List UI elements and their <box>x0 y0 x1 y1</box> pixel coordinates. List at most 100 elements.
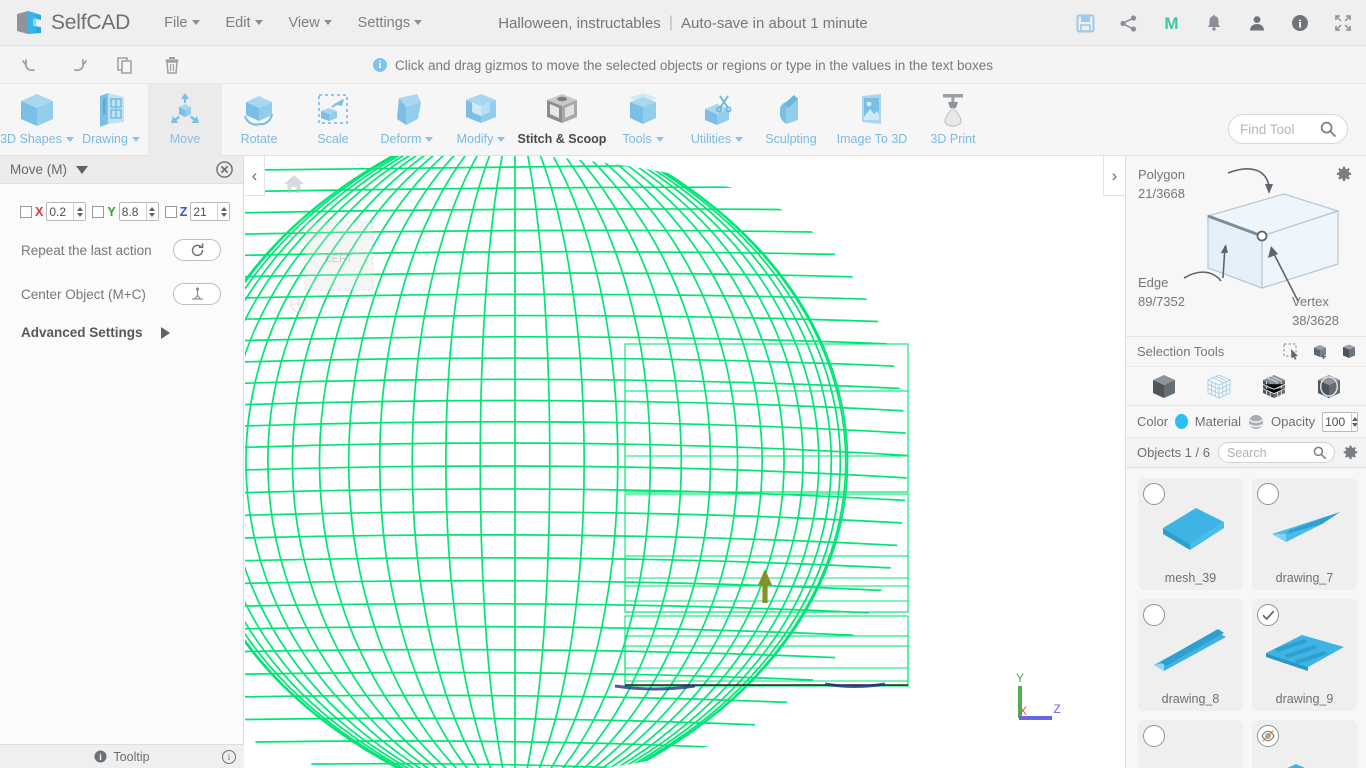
axis-y-numbox[interactable] <box>118 202 159 221</box>
autosave-status: Auto-save in about 1 minute <box>680 14 868 32</box>
partial-select-icon[interactable] <box>1312 343 1329 360</box>
object-select-toggle[interactable] <box>1143 604 1165 626</box>
notifications-bell-icon[interactable] <box>1203 12 1225 34</box>
object-name: drawing_7 <box>1275 571 1334 585</box>
axis-z-label: Z <box>1053 702 1060 716</box>
repeat-last-action-button[interactable] <box>173 239 221 261</box>
ribbon-tool-3d-shapes[interactable]: 3D Shapes <box>0 84 74 156</box>
document-name[interactable]: Halloween, instructables <box>498 15 661 32</box>
opacity-numbox[interactable] <box>1322 411 1358 432</box>
search-icon[interactable] <box>1313 446 1326 459</box>
object-card-5[interactable] <box>1138 720 1243 768</box>
share-icon[interactable] <box>1117 12 1139 34</box>
polygon-value: 21/3668 <box>1138 185 1185 201</box>
axis-z-numbox[interactable] <box>190 202 231 221</box>
user-account-icon[interactable] <box>1246 12 1268 34</box>
ribbon-tool-modify[interactable]: Modify <box>444 84 518 156</box>
axis-gizmo[interactable]: Y Z X <box>1007 668 1067 728</box>
ribbon-tool-drawing[interactable]: Drawing <box>74 84 148 156</box>
ribbon-tool-deform[interactable]: Deform <box>370 84 444 156</box>
chevron-down-icon[interactable] <box>76 165 88 174</box>
menu-file[interactable]: File <box>164 15 200 31</box>
axis-y-input[interactable] <box>119 204 146 219</box>
ribbon-tool-stitch-scoop[interactable]: Stitch & Scoop <box>518 84 606 156</box>
chevron-down-icon <box>425 137 434 143</box>
history-bar: i Click and drag gizmos to move the sele… <box>0 46 1366 84</box>
advanced-settings-toggle[interactable]: Advanced Settings <box>0 309 243 340</box>
rectangle-select-icon[interactable] <box>1283 343 1300 360</box>
axis-z-input[interactable] <box>191 204 218 219</box>
ribbon-tool-sculpting[interactable]: Sculpting <box>754 84 828 156</box>
copy-icon[interactable] <box>114 54 136 76</box>
object-mode-icon[interactable] <box>1147 369 1181 403</box>
myminifactory-icon[interactable]: M <box>1160 12 1182 34</box>
edge-mode-icon[interactable] <box>1312 369 1346 403</box>
menu-view[interactable]: View <box>289 15 332 31</box>
opacity-input[interactable] <box>1323 414 1352 429</box>
object-card-drawing-9[interactable]: drawing_9 <box>1252 599 1357 711</box>
close-panel-button[interactable] <box>216 161 233 178</box>
center-object-button[interactable] <box>173 283 221 305</box>
axis-x-numbox[interactable] <box>46 202 87 221</box>
axis-z-stepper[interactable] <box>217 203 230 220</box>
image-to-3d-icon <box>851 90 893 130</box>
material-label: Material <box>1194 414 1242 429</box>
ribbon-label: Move <box>169 132 201 146</box>
object-select-toggle[interactable] <box>1257 483 1279 505</box>
object-select-toggle[interactable] <box>1143 725 1165 747</box>
opacity-stepper[interactable] <box>1351 412 1358 431</box>
objects-search-input[interactable]: Search <box>1217 442 1335 463</box>
polygon-mode-icon[interactable] <box>1257 369 1291 403</box>
full-select-icon[interactable] <box>1341 343 1358 360</box>
save-icon[interactable] <box>1074 12 1096 34</box>
opacity-label: Opacity <box>1271 414 1316 429</box>
info-icon: i <box>94 750 107 763</box>
view-cube[interactable]: LEFT <box>285 204 395 314</box>
info-icon[interactable]: i <box>1289 12 1311 34</box>
ribbon-tool-3d-print[interactable]: 3D Print <box>916 84 990 156</box>
app-logo[interactable]: SelfCAD <box>0 9 130 37</box>
ribbon-tool-rotate[interactable]: Rotate <box>222 84 296 156</box>
vertex-mode-icon[interactable] <box>1202 369 1236 403</box>
collapse-left-panel-button[interactable]: ‹ <box>245 156 265 196</box>
object-card-drawing-7[interactable]: drawing_7 <box>1252 478 1357 590</box>
ribbon-tool-image-to-3d[interactable]: Image To 3D <box>828 84 916 156</box>
ribbon-tool-scale[interactable]: Scale <box>296 84 370 156</box>
object-visibility-toggle[interactable] <box>1257 725 1279 747</box>
object-card-6[interactable] <box>1252 720 1357 768</box>
ribbon-label: Utilities <box>691 132 744 146</box>
find-tool-search[interactable]: Find Tool <box>1228 114 1348 144</box>
ribbon-label: 3D Print <box>930 132 976 146</box>
object-card-mesh-39[interactable]: mesh_39 <box>1138 478 1243 590</box>
objects-grid: mesh_39 drawing_7 drawing_8 drawing_9 <box>1126 468 1366 768</box>
fullscreen-icon[interactable] <box>1332 12 1354 34</box>
delete-trash-icon[interactable] <box>161 54 183 76</box>
ribbon-tool-tools[interactable]: Tools <box>606 84 680 156</box>
menu-settings[interactable]: Settings <box>358 15 423 31</box>
axis-x-stepper[interactable] <box>73 203 86 220</box>
gear-icon[interactable] <box>1343 445 1358 460</box>
object-select-toggle[interactable] <box>1143 483 1165 505</box>
material-sphere-icon[interactable] <box>1248 414 1264 430</box>
color-swatch[interactable] <box>1175 414 1188 429</box>
object-name: mesh_39 <box>1164 571 1217 585</box>
object-select-toggle[interactable] <box>1257 604 1279 626</box>
home-icon[interactable] <box>283 174 305 194</box>
ribbon-tool-utilities[interactable]: Utilities <box>680 84 754 156</box>
object-card-drawing-8[interactable]: drawing_8 <box>1138 599 1243 711</box>
tooltip-toggle-button[interactable]: i <box>222 749 236 764</box>
ribbon-tool-move[interactable]: Move <box>148 84 222 156</box>
3d-viewport[interactable]: LEFT ‹ › Y Z X <box>245 156 1125 768</box>
menu-edit[interactable]: Edit <box>226 15 263 31</box>
axis-z-checkbox[interactable] <box>164 205 177 218</box>
axis-y-checkbox[interactable] <box>92 205 105 218</box>
axis-x-input[interactable] <box>47 204 74 219</box>
collapse-right-panel-button[interactable]: › <box>1103 156 1125 196</box>
search-icon[interactable] <box>1320 121 1336 137</box>
undo-icon[interactable] <box>20 54 42 76</box>
axis-x-checkbox[interactable] <box>20 205 32 218</box>
axis-y-stepper[interactable] <box>145 203 158 220</box>
edge-info: Edge 89/7352 <box>1138 274 1185 312</box>
redo-icon[interactable] <box>67 54 89 76</box>
utilities-scissors-icon <box>696 90 738 130</box>
